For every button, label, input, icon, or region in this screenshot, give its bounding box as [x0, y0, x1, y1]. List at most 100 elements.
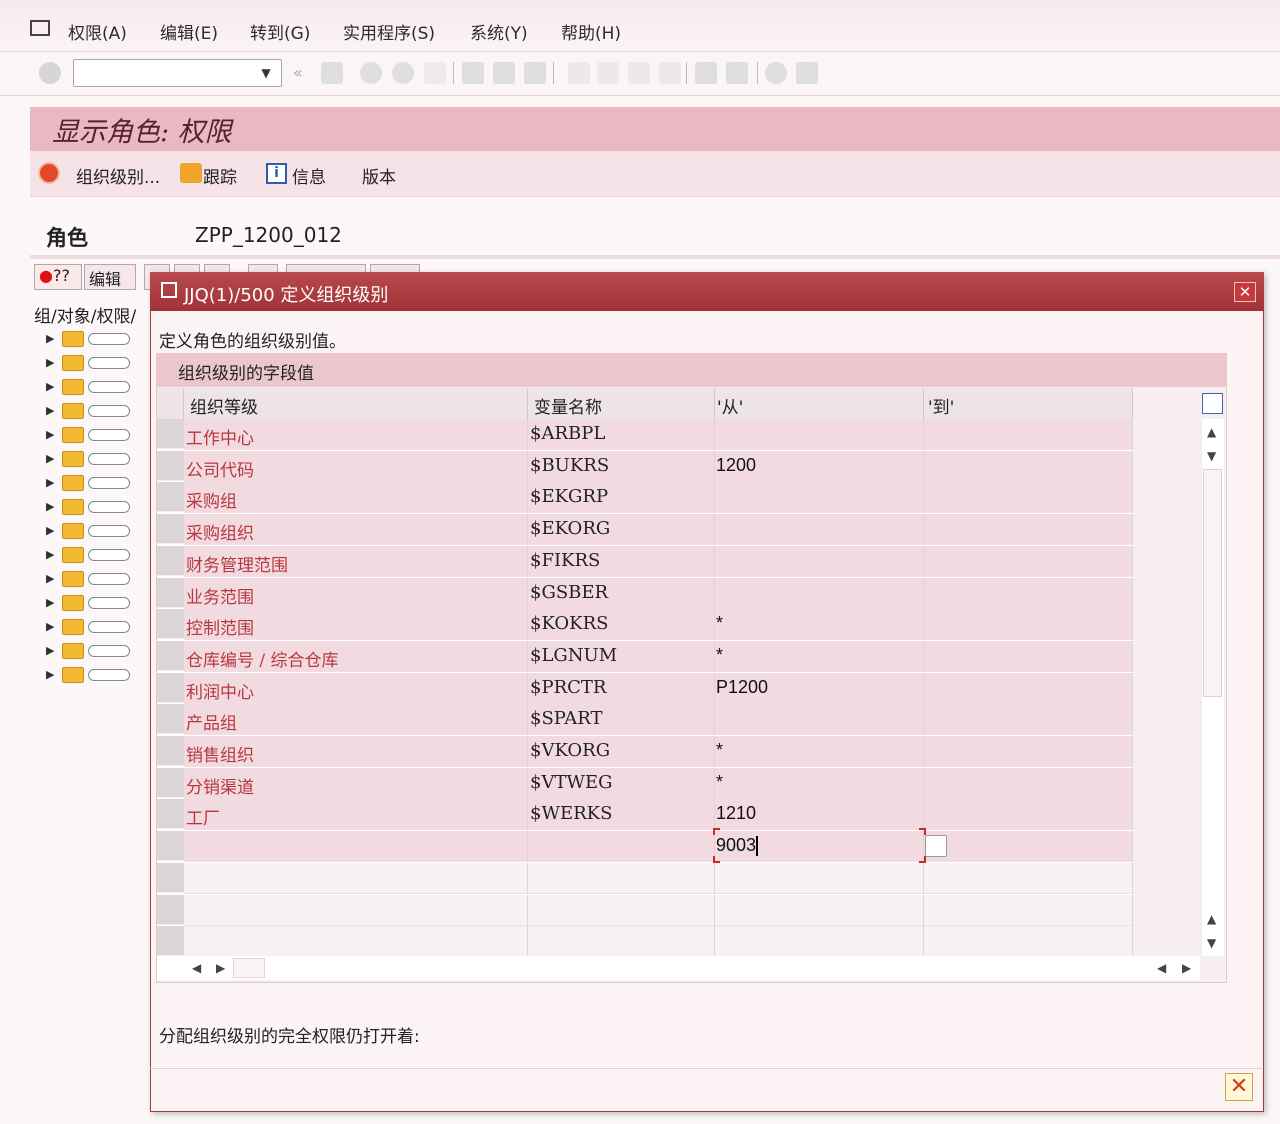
scroll-down-icon[interactable]: ▼ [1207, 449, 1216, 463]
cell-to-input[interactable] [924, 736, 1133, 767]
row-selector[interactable] [157, 894, 184, 925]
row-selector-header[interactable] [157, 388, 184, 419]
menu-edit[interactable]: 编辑(E) [160, 19, 218, 44]
row-selector[interactable] [157, 736, 184, 766]
last-page-icon[interactable] [659, 62, 681, 84]
cell-to-input[interactable] [924, 767, 1133, 799]
horizontal-scroll-thumb[interactable] [233, 958, 265, 978]
tree-node[interactable]: ▶ [44, 568, 154, 592]
cancel-button[interactable]: ✕ [1225, 1073, 1253, 1101]
table-settings-icon[interactable] [1202, 393, 1223, 414]
cell-to-input[interactable] [924, 482, 1133, 514]
column-header-from[interactable]: '从' [715, 388, 924, 419]
row-selector[interactable] [157, 514, 184, 545]
dialog-menu-icon[interactable] [161, 282, 177, 298]
cell-to-input[interactable] [924, 514, 1133, 546]
shortcut-icon[interactable] [726, 62, 748, 84]
row-selector[interactable] [157, 799, 184, 830]
menu-authorizations[interactable]: 权限(A) [68, 19, 127, 44]
expand-arrow-icon[interactable]: ▶ [46, 596, 54, 609]
row-selector[interactable] [157, 862, 184, 893]
version-button[interactable]: 版本 [362, 163, 396, 188]
tree-node[interactable]: ▶ [44, 400, 154, 424]
cell-from-input[interactable]: * [715, 609, 924, 641]
print-icon[interactable] [462, 62, 484, 84]
tree-node[interactable]: ▶ [44, 328, 154, 352]
edit-button[interactable]: 编辑 [84, 264, 136, 290]
tree-node[interactable]: ▶ [44, 520, 154, 544]
trace-button[interactable]: 跟踪 [203, 163, 237, 188]
help-icon[interactable] [765, 62, 787, 84]
tree-node[interactable]: ▶ [44, 448, 154, 472]
cell-from-input[interactable] [715, 894, 924, 926]
chevron-down-icon[interactable]: ▼ [258, 66, 274, 80]
row-selector[interactable] [157, 609, 184, 640]
column-header-org-level[interactable]: 组织等级 [184, 388, 528, 419]
layout-icon[interactable] [796, 62, 818, 84]
row-selector[interactable] [157, 767, 184, 798]
scroll-right-icon[interactable]: ▶ [216, 961, 225, 975]
prev-page-icon[interactable] [597, 62, 619, 84]
cancel-icon[interactable] [424, 62, 446, 84]
cell-to-input[interactable] [924, 799, 1133, 831]
cell-to-input[interactable] [924, 609, 1133, 641]
status-button[interactable]: ●?? [34, 264, 82, 290]
expand-arrow-icon[interactable]: ▶ [46, 452, 54, 465]
tree-node[interactable]: ▶ [44, 616, 154, 640]
tree-node[interactable]: ▶ [44, 664, 154, 688]
cell-from-input[interactable]: P1200 [715, 672, 924, 704]
cell-to-input[interactable] [924, 831, 1133, 863]
info-button[interactable]: 信息 [292, 163, 326, 188]
cell-from-input[interactable] [715, 545, 924, 577]
menu-utilities[interactable]: 实用程序(S) [343, 19, 435, 44]
row-selector[interactable] [157, 926, 184, 957]
scroll-left-end-icon[interactable]: ◀ [1157, 961, 1166, 975]
expand-arrow-icon[interactable]: ▶ [46, 668, 54, 681]
row-selector[interactable] [157, 640, 184, 671]
close-icon[interactable]: ✕ [1234, 282, 1256, 302]
cell-from-input[interactable] [715, 704, 924, 736]
column-header-variable[interactable]: 变量名称 [528, 388, 715, 419]
cell-from-input[interactable] [715, 419, 924, 450]
menu-icon[interactable] [30, 20, 50, 36]
expand-arrow-icon[interactable]: ▶ [46, 332, 54, 345]
scroll-up-icon[interactable]: ▲ [1207, 425, 1216, 439]
cell-to-input[interactable] [924, 450, 1133, 482]
row-selector[interactable] [157, 450, 184, 481]
tree-node[interactable]: ▶ [44, 352, 154, 376]
cell-from-input[interactable] [715, 577, 924, 609]
cell-to-input[interactable] [924, 577, 1133, 609]
cell-to-input[interactable] [924, 862, 1133, 894]
org-levels-button[interactable]: 组织级别... [76, 163, 160, 188]
row-selector[interactable] [157, 672, 184, 703]
expand-arrow-icon[interactable]: ▶ [46, 356, 54, 369]
find-next-icon[interactable] [524, 62, 546, 84]
command-field[interactable] [73, 59, 282, 87]
save-icon[interactable] [321, 62, 343, 84]
expand-arrow-icon[interactable]: ▶ [46, 644, 54, 657]
row-selector[interactable] [157, 482, 184, 513]
horizontal-scrollbar[interactable] [157, 956, 1200, 980]
expand-arrow-icon[interactable]: ▶ [46, 380, 54, 393]
cell-from-input[interactable]: * [715, 767, 924, 799]
cell-from-input[interactable]: * [715, 640, 924, 672]
enter-icon[interactable] [39, 62, 61, 84]
row-selector[interactable] [157, 419, 184, 449]
page-down-icon[interactable]: ▼ [1207, 936, 1216, 950]
tree-node[interactable]: ▶ [44, 472, 154, 496]
tree-node[interactable]: ▶ [44, 544, 154, 568]
column-header-to[interactable]: '到' [924, 388, 1133, 419]
cell-to-input[interactable] [924, 640, 1133, 672]
menu-help[interactable]: 帮助(H) [561, 19, 621, 44]
menu-system[interactable]: 系统(Y) [470, 19, 528, 44]
expand-arrow-icon[interactable]: ▶ [46, 404, 54, 417]
page-up-icon[interactable]: ▲ [1207, 912, 1216, 926]
row-selector[interactable] [157, 577, 184, 608]
tree-node[interactable]: ▶ [44, 424, 154, 448]
expand-arrow-icon[interactable]: ▶ [46, 620, 54, 633]
new-session-icon[interactable] [695, 62, 717, 84]
cell-to-input[interactable] [924, 545, 1133, 577]
cell-to-input[interactable] [924, 926, 1133, 958]
find-icon[interactable] [493, 62, 515, 84]
cell-from-input[interactable]: 1200 [715, 450, 924, 482]
